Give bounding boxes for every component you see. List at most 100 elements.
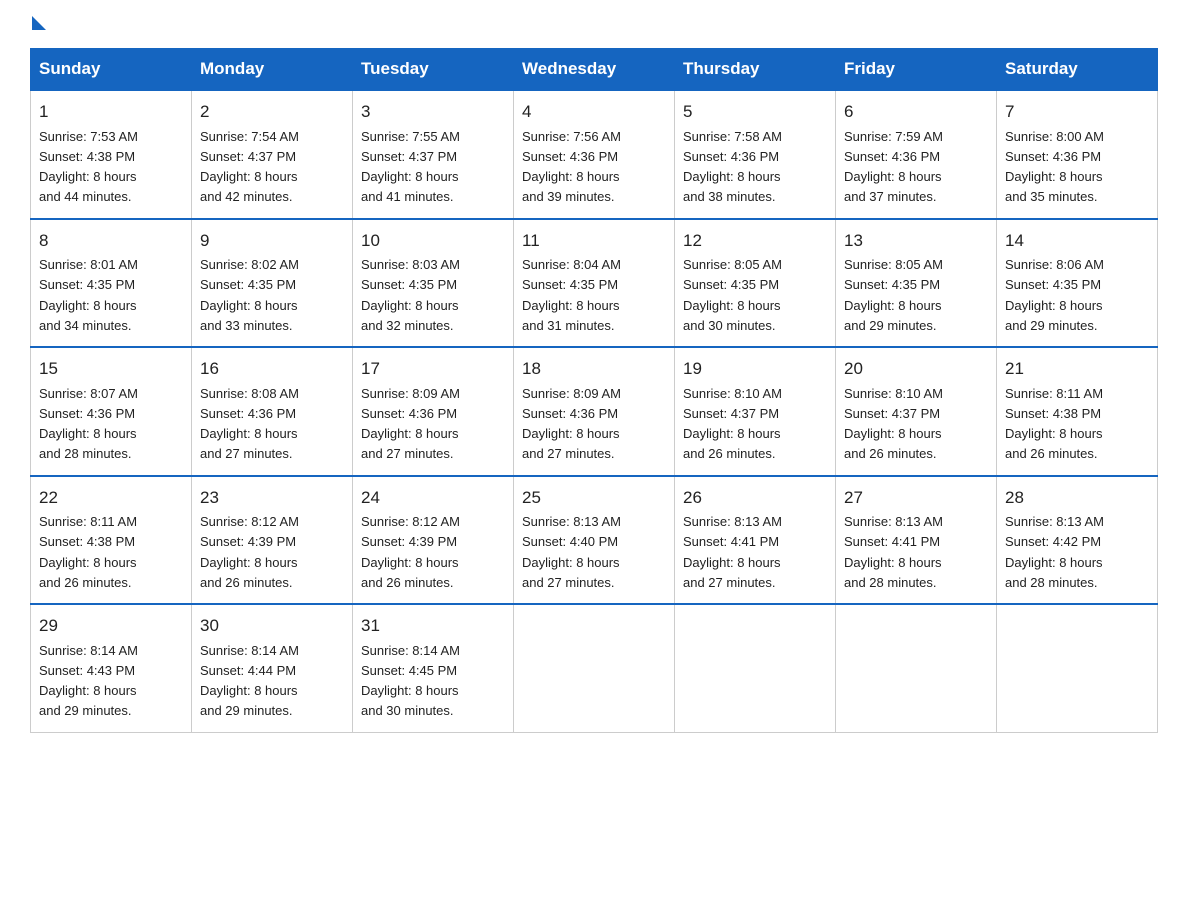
day-number: 31 xyxy=(361,613,505,639)
calendar-header-row: SundayMondayTuesdayWednesdayThursdayFrid… xyxy=(31,49,1158,91)
day-info: Sunrise: 8:08 AMSunset: 4:36 PMDaylight:… xyxy=(200,386,299,462)
day-number: 18 xyxy=(522,356,666,382)
day-info: Sunrise: 7:54 AMSunset: 4:37 PMDaylight:… xyxy=(200,129,299,205)
day-info: Sunrise: 8:13 AMSunset: 4:42 PMDaylight:… xyxy=(1005,514,1104,590)
day-number: 3 xyxy=(361,99,505,125)
day-info: Sunrise: 8:14 AMSunset: 4:44 PMDaylight:… xyxy=(200,643,299,719)
calendar-day-cell: 25 Sunrise: 8:13 AMSunset: 4:40 PMDaylig… xyxy=(514,476,675,605)
calendar-day-cell: 6 Sunrise: 7:59 AMSunset: 4:36 PMDayligh… xyxy=(836,90,997,219)
calendar-day-cell: 4 Sunrise: 7:56 AMSunset: 4:36 PMDayligh… xyxy=(514,90,675,219)
calendar-day-cell: 30 Sunrise: 8:14 AMSunset: 4:44 PMDaylig… xyxy=(192,604,353,732)
calendar-day-cell: 14 Sunrise: 8:06 AMSunset: 4:35 PMDaylig… xyxy=(997,219,1158,348)
day-info: Sunrise: 7:58 AMSunset: 4:36 PMDaylight:… xyxy=(683,129,782,205)
day-info: Sunrise: 8:11 AMSunset: 4:38 PMDaylight:… xyxy=(39,514,137,590)
day-number: 24 xyxy=(361,485,505,511)
day-info: Sunrise: 8:11 AMSunset: 4:38 PMDaylight:… xyxy=(1005,386,1103,462)
day-info: Sunrise: 7:59 AMSunset: 4:36 PMDaylight:… xyxy=(844,129,943,205)
day-number: 5 xyxy=(683,99,827,125)
day-number: 13 xyxy=(844,228,988,254)
day-number: 29 xyxy=(39,613,183,639)
calendar-day-cell: 7 Sunrise: 8:00 AMSunset: 4:36 PMDayligh… xyxy=(997,90,1158,219)
day-number: 22 xyxy=(39,485,183,511)
calendar-empty-cell xyxy=(997,604,1158,732)
column-header-friday: Friday xyxy=(836,49,997,91)
calendar-week-row: 1 Sunrise: 7:53 AMSunset: 4:38 PMDayligh… xyxy=(31,90,1158,219)
day-number: 30 xyxy=(200,613,344,639)
column-header-tuesday: Tuesday xyxy=(353,49,514,91)
day-number: 28 xyxy=(1005,485,1149,511)
day-number: 23 xyxy=(200,485,344,511)
column-header-saturday: Saturday xyxy=(997,49,1158,91)
column-header-monday: Monday xyxy=(192,49,353,91)
calendar-table: SundayMondayTuesdayWednesdayThursdayFrid… xyxy=(30,48,1158,733)
day-info: Sunrise: 8:13 AMSunset: 4:41 PMDaylight:… xyxy=(683,514,782,590)
calendar-week-row: 29 Sunrise: 8:14 AMSunset: 4:43 PMDaylig… xyxy=(31,604,1158,732)
day-number: 14 xyxy=(1005,228,1149,254)
day-info: Sunrise: 8:01 AMSunset: 4:35 PMDaylight:… xyxy=(39,257,138,333)
day-info: Sunrise: 8:13 AMSunset: 4:40 PMDaylight:… xyxy=(522,514,621,590)
day-info: Sunrise: 7:53 AMSunset: 4:38 PMDaylight:… xyxy=(39,129,138,205)
day-number: 12 xyxy=(683,228,827,254)
day-number: 2 xyxy=(200,99,344,125)
calendar-day-cell: 1 Sunrise: 7:53 AMSunset: 4:38 PMDayligh… xyxy=(31,90,192,219)
calendar-day-cell: 9 Sunrise: 8:02 AMSunset: 4:35 PMDayligh… xyxy=(192,219,353,348)
calendar-day-cell: 17 Sunrise: 8:09 AMSunset: 4:36 PMDaylig… xyxy=(353,347,514,476)
calendar-day-cell: 19 Sunrise: 8:10 AMSunset: 4:37 PMDaylig… xyxy=(675,347,836,476)
day-number: 11 xyxy=(522,228,666,254)
day-number: 6 xyxy=(844,99,988,125)
calendar-day-cell: 21 Sunrise: 8:11 AMSunset: 4:38 PMDaylig… xyxy=(997,347,1158,476)
day-info: Sunrise: 8:14 AMSunset: 4:43 PMDaylight:… xyxy=(39,643,138,719)
calendar-empty-cell xyxy=(836,604,997,732)
calendar-day-cell: 18 Sunrise: 8:09 AMSunset: 4:36 PMDaylig… xyxy=(514,347,675,476)
day-info: Sunrise: 8:09 AMSunset: 4:36 PMDaylight:… xyxy=(361,386,460,462)
day-info: Sunrise: 8:12 AMSunset: 4:39 PMDaylight:… xyxy=(200,514,299,590)
day-number: 21 xyxy=(1005,356,1149,382)
calendar-day-cell: 2 Sunrise: 7:54 AMSunset: 4:37 PMDayligh… xyxy=(192,90,353,219)
day-info: Sunrise: 8:12 AMSunset: 4:39 PMDaylight:… xyxy=(361,514,460,590)
day-info: Sunrise: 8:05 AMSunset: 4:35 PMDaylight:… xyxy=(844,257,943,333)
column-header-wednesday: Wednesday xyxy=(514,49,675,91)
day-number: 9 xyxy=(200,228,344,254)
calendar-week-row: 15 Sunrise: 8:07 AMSunset: 4:36 PMDaylig… xyxy=(31,347,1158,476)
calendar-day-cell: 16 Sunrise: 8:08 AMSunset: 4:36 PMDaylig… xyxy=(192,347,353,476)
page-header xyxy=(30,20,1158,30)
column-header-thursday: Thursday xyxy=(675,49,836,91)
day-number: 16 xyxy=(200,356,344,382)
day-number: 27 xyxy=(844,485,988,511)
calendar-day-cell: 27 Sunrise: 8:13 AMSunset: 4:41 PMDaylig… xyxy=(836,476,997,605)
calendar-day-cell: 10 Sunrise: 8:03 AMSunset: 4:35 PMDaylig… xyxy=(353,219,514,348)
calendar-week-row: 8 Sunrise: 8:01 AMSunset: 4:35 PMDayligh… xyxy=(31,219,1158,348)
day-info: Sunrise: 8:13 AMSunset: 4:41 PMDaylight:… xyxy=(844,514,943,590)
calendar-day-cell: 5 Sunrise: 7:58 AMSunset: 4:36 PMDayligh… xyxy=(675,90,836,219)
column-header-sunday: Sunday xyxy=(31,49,192,91)
day-info: Sunrise: 7:56 AMSunset: 4:36 PMDaylight:… xyxy=(522,129,621,205)
day-info: Sunrise: 8:04 AMSunset: 4:35 PMDaylight:… xyxy=(522,257,621,333)
calendar-empty-cell xyxy=(675,604,836,732)
calendar-day-cell: 13 Sunrise: 8:05 AMSunset: 4:35 PMDaylig… xyxy=(836,219,997,348)
day-number: 20 xyxy=(844,356,988,382)
calendar-day-cell: 24 Sunrise: 8:12 AMSunset: 4:39 PMDaylig… xyxy=(353,476,514,605)
calendar-day-cell: 23 Sunrise: 8:12 AMSunset: 4:39 PMDaylig… xyxy=(192,476,353,605)
day-number: 25 xyxy=(522,485,666,511)
day-number: 17 xyxy=(361,356,505,382)
day-info: Sunrise: 8:05 AMSunset: 4:35 PMDaylight:… xyxy=(683,257,782,333)
day-info: Sunrise: 8:03 AMSunset: 4:35 PMDaylight:… xyxy=(361,257,460,333)
day-number: 4 xyxy=(522,99,666,125)
calendar-empty-cell xyxy=(514,604,675,732)
calendar-day-cell: 11 Sunrise: 8:04 AMSunset: 4:35 PMDaylig… xyxy=(514,219,675,348)
day-info: Sunrise: 8:06 AMSunset: 4:35 PMDaylight:… xyxy=(1005,257,1104,333)
day-info: Sunrise: 8:07 AMSunset: 4:36 PMDaylight:… xyxy=(39,386,138,462)
calendar-day-cell: 20 Sunrise: 8:10 AMSunset: 4:37 PMDaylig… xyxy=(836,347,997,476)
calendar-day-cell: 3 Sunrise: 7:55 AMSunset: 4:37 PMDayligh… xyxy=(353,90,514,219)
day-number: 26 xyxy=(683,485,827,511)
day-info: Sunrise: 8:10 AMSunset: 4:37 PMDaylight:… xyxy=(844,386,943,462)
logo-arrow-icon xyxy=(32,16,46,30)
calendar-day-cell: 12 Sunrise: 8:05 AMSunset: 4:35 PMDaylig… xyxy=(675,219,836,348)
logo xyxy=(30,20,46,30)
day-number: 15 xyxy=(39,356,183,382)
day-info: Sunrise: 8:02 AMSunset: 4:35 PMDaylight:… xyxy=(200,257,299,333)
day-info: Sunrise: 7:55 AMSunset: 4:37 PMDaylight:… xyxy=(361,129,460,205)
calendar-day-cell: 15 Sunrise: 8:07 AMSunset: 4:36 PMDaylig… xyxy=(31,347,192,476)
calendar-day-cell: 29 Sunrise: 8:14 AMSunset: 4:43 PMDaylig… xyxy=(31,604,192,732)
calendar-day-cell: 22 Sunrise: 8:11 AMSunset: 4:38 PMDaylig… xyxy=(31,476,192,605)
